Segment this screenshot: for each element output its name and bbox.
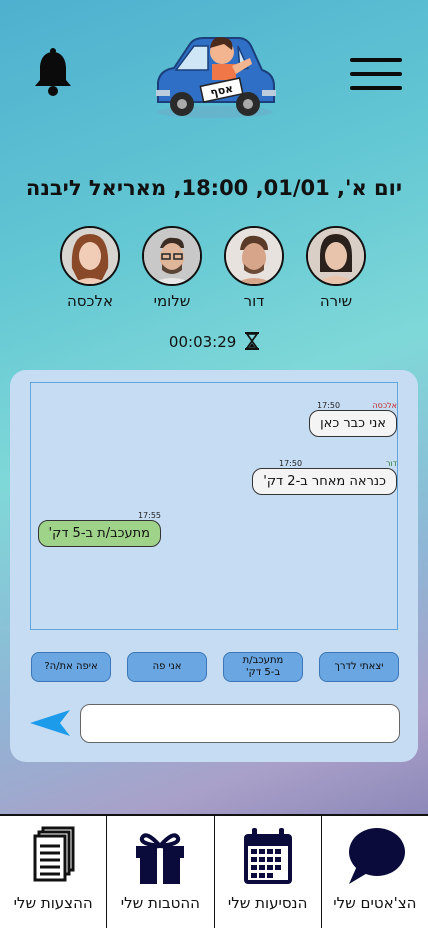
chat-messages-area[interactable]: אלכסה 17:50 אני כבר כאן דור 17:50 כנראה … bbox=[30, 382, 398, 630]
quick-reply-on-my-way[interactable]: יצאתי לדרך bbox=[319, 652, 399, 682]
message-time: 17:50 bbox=[279, 459, 303, 468]
message-bubble: כנראה מאחר ב-2 דק' bbox=[252, 468, 397, 495]
avatar bbox=[306, 226, 366, 286]
participant-shira[interactable]: שירה bbox=[306, 226, 366, 310]
tab-my-offers[interactable]: ההצעות שלי bbox=[0, 816, 108, 928]
participants-row: שירה דור שלומי אלכסה bbox=[0, 226, 428, 316]
message-input[interactable] bbox=[80, 704, 400, 743]
chat-panel: אלכסה 17:50 אני כבר כאן דור 17:50 כנראה … bbox=[10, 370, 418, 762]
ride-title: יום א', 01/01, 18:00, מאריאל ליבנה bbox=[25, 176, 403, 200]
message-sender: אלכסה bbox=[372, 401, 397, 410]
calendar-icon bbox=[236, 826, 300, 888]
participant-dor[interactable]: דור bbox=[224, 226, 284, 310]
participant-name: שירה bbox=[319, 292, 353, 310]
quick-reply-where-are-you[interactable]: איפה את/ה? bbox=[31, 652, 111, 682]
avatar bbox=[224, 226, 284, 286]
participant-name: דור bbox=[243, 292, 265, 310]
hamburger-menu-icon[interactable] bbox=[350, 58, 402, 90]
tab-label: הצ'אטים שלי bbox=[333, 894, 417, 912]
message-time: 17:50 bbox=[317, 401, 341, 410]
avatar bbox=[142, 226, 202, 286]
message-sender: דור bbox=[385, 459, 397, 468]
participant-shlomi[interactable]: שלומי bbox=[142, 226, 202, 310]
quick-reply-delayed-5[interactable]: מתעכב/ת ב-5 דק' bbox=[223, 652, 303, 682]
bottom-tab-bar: ההצעות שלי ההטבות שלי הנסיעות שלי הצ'אטי… bbox=[0, 814, 428, 928]
chat-bubble-icon bbox=[343, 826, 407, 888]
tab-label: ההטבות שלי bbox=[120, 894, 200, 912]
quick-reply-im-here[interactable]: אני פה bbox=[127, 652, 207, 682]
tab-label: ההצעות שלי bbox=[13, 894, 93, 912]
tab-my-chats[interactable]: הצ'אטים שלי bbox=[322, 816, 428, 928]
bell-icon[interactable] bbox=[32, 48, 74, 98]
tab-label: הנסיעות שלי bbox=[227, 894, 308, 912]
participant-name: שלומי bbox=[153, 292, 191, 310]
gift-icon bbox=[128, 826, 192, 888]
chat-message: דור 17:50 כנראה מאחר ב-2 דק' bbox=[252, 459, 397, 495]
tab-my-perks[interactable]: ההטבות שלי bbox=[107, 816, 215, 928]
tab-my-rides[interactable]: הנסיעות שלי bbox=[215, 816, 322, 928]
avatar bbox=[60, 226, 120, 286]
chat-message-mine: 17:55 מתעכב/ת ב-5 דק' bbox=[37, 511, 161, 547]
participant-name: אלכסה bbox=[66, 292, 114, 310]
timer-value: 00:03:29 bbox=[168, 333, 237, 351]
hourglass-icon bbox=[245, 332, 260, 350]
countdown-timer: 00:03:29 bbox=[0, 332, 428, 351]
message-bubble: מתעכב/ת ב-5 דק' bbox=[37, 520, 161, 547]
send-arrow-icon[interactable] bbox=[30, 708, 72, 738]
app-logo: אסף bbox=[150, 30, 280, 122]
documents-icon bbox=[21, 826, 85, 888]
message-time: 17:55 bbox=[137, 511, 161, 520]
participant-alexa[interactable]: אלכסה bbox=[60, 226, 120, 310]
message-bubble: אני כבר כאן bbox=[309, 410, 397, 437]
chat-message: אלכסה 17:50 אני כבר כאן bbox=[309, 401, 397, 437]
